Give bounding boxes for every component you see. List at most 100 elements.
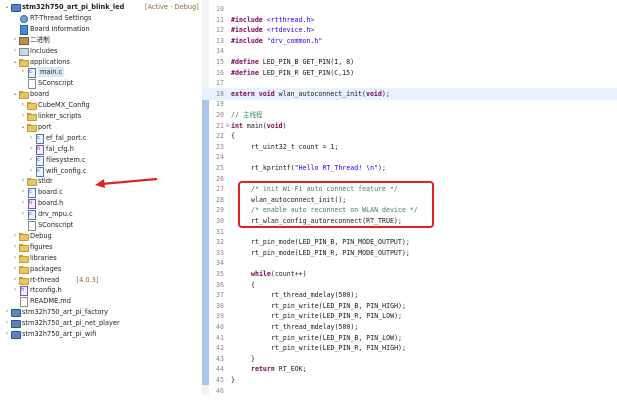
code-token: rt_pin_write(LED_PIN_B, PIN_HIGH); [271,301,406,310]
code-token: rt_pin_write(LED_PIN_R, PIN_LOW); [271,312,403,321]
h-file-icon [27,198,36,210]
tree-item[interactable]: › stm32h750_art_pi_factory [0,307,200,318]
code-token: return [251,365,279,374]
collapse-chevron-icon[interactable]: › [12,285,18,295]
code-token: rt_thread_mdelay(500); [271,323,359,331]
tree-item[interactable]: SConscript [0,78,200,90]
collapse-chevron-icon[interactable]: › [4,329,10,339]
tree-item[interactable]: › figures [0,242,200,252]
collapse-chevron-icon[interactable]: › [4,307,10,317]
collapse-chevron-icon[interactable]: › [12,253,18,263]
code-token: int [231,121,247,130]
folder-icon [19,57,29,67]
tree-item[interactable]: › fal_cfg.h [0,144,200,155]
tree-item[interactable]: ⌄ applications [0,57,200,67]
code-token: extern void [231,89,279,98]
tree-item-label: 二进制 [30,35,50,44]
tree-item[interactable]: › libraries [0,253,200,263]
collapse-chevron-icon[interactable]: › [12,242,18,252]
tree-item-label: RT-Thread Settings [30,13,92,22]
tree-item[interactable]: › ef_fal_port.c [0,133,200,144]
collapse-chevron-icon[interactable]: › [20,187,26,197]
collapse-chevron-icon[interactable]: › [28,133,34,143]
tree-item[interactable]: › rt-thread [4.0.3] [0,275,200,285]
tree-item-label: Debug [30,231,52,240]
code-token: main( [246,121,267,130]
tree-item[interactable]: RT-Thread Settings [0,13,200,23]
code-token: <rtdevice.h> [266,26,315,35]
code-token: void [365,89,382,98]
c-file-icon [35,133,44,144]
c-file-icon [35,166,44,177]
code-token: } [231,376,235,384]
code-token: #define [231,68,263,77]
tree-item[interactable]: ⌄ board [0,89,200,100]
tree-item[interactable]: ⌄ stm32h750_art_pi_blink_led [Active - Deb… [0,2,200,12]
tree-item[interactable]: › main.c [0,67,200,79]
tree-item[interactable]: ⌄ port [0,122,200,132]
folder-icon [19,275,29,285]
tree-item[interactable]: SConscript [0,220,200,231]
tree-item[interactable]: › stm32h750_art_pi_net_player [0,318,200,329]
expand-chevron-icon[interactable]: ⌄ [4,2,10,12]
collapse-chevron-icon[interactable]: › [12,275,18,285]
folder-icon [19,89,29,100]
expand-chevron-icon[interactable]: ⌄ [12,89,18,99]
code-line[interactable]: 46 [202,385,617,397]
collapse-chevron-icon[interactable]: › [28,144,34,154]
tree-item[interactable]: › Includes [0,46,200,56]
tree-item[interactable]: › packages [0,264,200,274]
tree-item[interactable]: › rtconfig.h [0,285,200,297]
tree-item-label: figures [30,242,53,251]
collapse-chevron-icon[interactable]: › [12,231,18,241]
collapse-chevron-icon[interactable]: › [20,67,26,77]
collapse-chevron-icon[interactable]: › [20,198,26,208]
binaries-icon [19,35,29,45]
collapse-chevron-icon[interactable]: › [12,264,18,274]
code-token: "Hello RT_Thread! \n" [294,164,379,172]
tree-item[interactable]: › board.h [0,198,200,210]
collapse-chevron-icon[interactable]: › [28,155,34,165]
code-token: rt_uint32_t count = 1; [251,142,339,151]
code-token: rt_pin_write(LED_PIN_B, PIN_LOW); [271,333,403,342]
expand-chevron-icon[interactable]: ⌄ [20,122,26,132]
c-file-icon [35,155,44,166]
folder-icon [27,100,37,111]
tree-item-label: rtconfig.h [30,286,62,295]
tree-item[interactable]: › CubeMX_Config [0,100,200,111]
collapse-chevron-icon[interactable]: › [12,46,18,56]
collapse-chevron-icon[interactable]: › [12,35,18,45]
tree-item[interactable]: README.md [0,296,200,308]
c-file-icon [27,209,36,221]
tree-item[interactable]: › drv_mpu.c [0,209,200,221]
file-icon [27,220,36,231]
code-editor[interactable]: 10 11 #include <rtthread.h> 12 #include <rtd… [202,0,617,417]
folder-icon [27,122,37,132]
tree-item[interactable]: › stm32h750_art_pi_wifi [0,329,200,339]
tree-item-label: stm32h750_art_pi_net_player [22,319,120,328]
code-token: rt_thread_mdelay(500); [271,291,359,300]
tree-item[interactable]: Board Information [0,24,200,35]
tree-item[interactable]: › filesystem.c [0,155,200,166]
collapse-chevron-icon[interactable]: › [4,318,10,328]
book-icon [19,24,28,35]
project-icon [11,2,21,12]
includes-icon [19,46,29,56]
tree-item[interactable]: › wifi_config.c [0,166,200,177]
code-token: rt_kprintf( [251,164,295,172]
code-token: ) [282,121,287,130]
tree-item[interactable]: › linker_scripts [0,111,200,121]
tree-item-decoration: [4.0.3] [76,275,99,284]
expand-chevron-icon[interactable]: ⌄ [12,57,18,67]
collapse-chevron-icon[interactable]: › [28,166,34,176]
tree-item-label: fal_cfg.h [46,144,74,153]
collapse-chevron-icon[interactable]: › [20,100,26,110]
collapse-chevron-icon[interactable]: › [20,209,26,219]
collapse-chevron-icon[interactable]: › [20,111,26,121]
collapse-chevron-icon[interactable]: › [20,176,26,186]
tree-item[interactable]: › 二进制 [0,35,200,45]
tree-item[interactable]: › Debug [0,231,200,241]
project-explorer: ⌄ stm32h750_art_pi_blink_led [Active - Deb… [0,0,200,417]
code-token: { [251,280,255,289]
